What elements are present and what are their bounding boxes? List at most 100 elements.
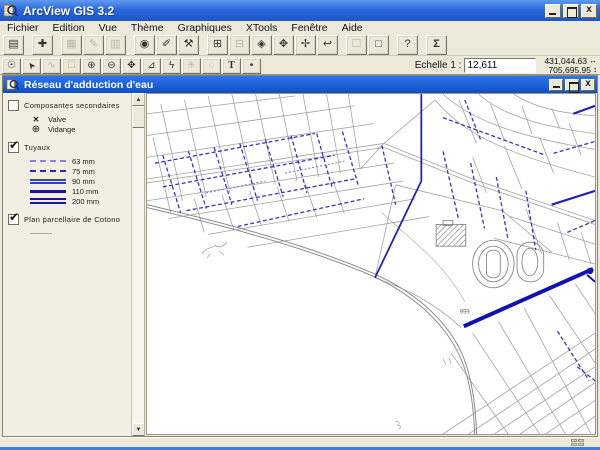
menu-theme[interactable]: Thème	[124, 21, 171, 34]
zoom-active-theme-button[interactable]: ⊟	[229, 35, 250, 55]
legend-symbol-row	[30, 228, 144, 238]
legend-checkbox-tuyaux[interactable]	[8, 142, 19, 153]
street-network	[147, 94, 595, 434]
maximize-icon[interactable]	[563, 4, 579, 18]
clear-selection-button[interactable]: □	[368, 35, 389, 55]
pipe-node	[587, 268, 593, 274]
legend-scrollbar[interactable]: ▲ ▼	[131, 93, 144, 436]
identify-tool-button[interactable]: ☉	[2, 58, 21, 74]
save-project-icon: ▤	[8, 39, 18, 50]
scroll-down-icon[interactable]: ▼	[132, 423, 145, 436]
legend-item-tuyaux: Tuyaux	[8, 142, 144, 153]
theme-properties-button[interactable]: ▦	[61, 35, 82, 55]
legend-class-label: Valve	[48, 115, 66, 124]
identify-icon: ☉	[7, 61, 16, 71]
zoom-in-icon: ⊕	[87, 61, 95, 71]
legend-label: Composantes secondaires	[24, 101, 120, 110]
arena-inner	[522, 248, 538, 276]
label-tool-button[interactable]: ✳	[182, 58, 201, 74]
legend-class-label: 110 mm	[72, 187, 99, 196]
scrollbar-thumb[interactable]	[132, 106, 145, 128]
legend-checkbox-composantes[interactable]	[8, 100, 19, 111]
select-box-tool-button[interactable]: ☐	[62, 58, 81, 74]
zoom-selected-button[interactable]: ◈	[251, 35, 272, 55]
menu-aide[interactable]: Aide	[335, 21, 370, 34]
add-theme-button[interactable]: ✚	[32, 35, 53, 55]
zoom-out-extent-button[interactable]: ✢	[295, 35, 316, 55]
vertex-edit-tool-button[interactable]: ∿	[42, 58, 61, 74]
callout-tool-button[interactable]: ◌	[202, 58, 221, 74]
text-tool-button[interactable]: T	[222, 58, 241, 74]
menu-bar: Fichier Edition Vue Thème Graphiques XTo…	[0, 21, 600, 34]
menu-fichier[interactable]: Fichier	[0, 21, 46, 34]
pan-tool-button[interactable]: ✥	[122, 58, 141, 74]
close-icon[interactable]	[581, 4, 597, 18]
zoom-previous-button[interactable]: ↩	[317, 35, 338, 55]
zoom-in-extent-icon: ✥	[279, 39, 288, 50]
add-theme-icon: ✚	[38, 39, 47, 50]
map-canvas[interactable]: 999	[147, 94, 595, 434]
menu-edition[interactable]: Edition	[46, 21, 92, 34]
tools-toolbar: ☉ ➤ ∿ ☐ ⊕ ⊖ ✥ ⊿ ϟ ✳ ◌ T • Echelle 1 : 43…	[0, 57, 600, 75]
resize-grip-icon[interactable]	[571, 439, 586, 447]
view-icon	[5, 78, 20, 91]
statistics-button[interactable]: Σ	[426, 35, 447, 55]
locate-address-icon: ✐	[162, 39, 171, 50]
zoom-full-extent-button[interactable]: ⊞	[207, 35, 228, 55]
view-minimize-icon[interactable]	[549, 79, 563, 91]
menu-graphiques[interactable]: Graphiques	[171, 21, 239, 34]
pointer-tool-button[interactable]: ➤	[22, 58, 41, 74]
locate-address-button[interactable]: ✐	[156, 35, 177, 55]
pipe-network-small	[206, 161, 344, 193]
horizontal-arrow-icon: ↔	[589, 57, 597, 65]
legend-symbol-row: 75 mm	[30, 166, 144, 176]
coastline	[147, 205, 477, 434]
view-maximize-icon[interactable]	[565, 79, 579, 91]
pan-icon: ✥	[127, 61, 135, 71]
hotlink-icon: ϟ	[169, 61, 174, 71]
zoom-out-tool-button[interactable]: ⊖	[102, 58, 121, 74]
statistics-icon: Σ	[433, 39, 440, 50]
open-theme-table-button[interactable]: ▥	[105, 35, 126, 55]
legend-symbol-row: ⊕ Vidange	[30, 124, 144, 134]
legend-symbol-row: ✕ Valve	[30, 114, 144, 124]
callout-icon: ◌	[209, 61, 215, 71]
draw-point-tool-button[interactable]: •	[242, 58, 261, 74]
legend-checkbox-plan[interactable]	[8, 214, 19, 225]
view-title-bar[interactable]: Réseau d'adduction d'eau	[3, 76, 597, 93]
menu-xtools[interactable]: XTools	[239, 21, 285, 34]
main-toolbar: ▤ ✚ ▦ ✎ ▥ ◉ ✐ ⚒ ⊞ ⊟ ◈ ✥ ✢ ↩ ☐ □ ? Σ	[0, 34, 600, 56]
find-button[interactable]: ◉	[134, 35, 155, 55]
legend-item-composantes: Composantes secondaires	[8, 100, 144, 111]
zoom-in-extent-button[interactable]: ✥	[273, 35, 294, 55]
legend-class-label: 90 mm	[72, 177, 95, 186]
zoom-in-tool-button[interactable]: ⊕	[82, 58, 101, 74]
menu-vue[interactable]: Vue	[92, 21, 124, 34]
vertical-arrow-icon: ↕	[593, 66, 597, 74]
scroll-up-icon[interactable]: ▲	[132, 93, 145, 106]
query-builder-icon: ⚒	[184, 39, 194, 50]
pipe-75mm-line-symbol	[30, 170, 66, 172]
view-close-icon[interactable]	[581, 79, 595, 91]
stadium-field	[486, 250, 500, 278]
legend-label: Tuyaux	[24, 143, 50, 152]
select-features-button[interactable]: ☐	[346, 35, 367, 55]
zoom-previous-icon: ↩	[323, 39, 332, 50]
select-features-icon: ☐	[352, 39, 362, 50]
text-icon: T	[228, 61, 235, 71]
edit-legend-button[interactable]: ✎	[83, 35, 104, 55]
pipe-network-solid	[375, 94, 595, 278]
save-project-button[interactable]: ▤	[3, 35, 24, 55]
minimize-icon[interactable]	[545, 4, 561, 18]
select-box-icon: ☐	[67, 61, 76, 71]
zoom-active-theme-icon: ⊟	[235, 39, 244, 50]
menu-fenetre[interactable]: Fenêtre	[284, 21, 334, 34]
help-pointer-button[interactable]: ?	[397, 35, 418, 55]
scale-input[interactable]	[464, 58, 536, 73]
zoom-full-extent-icon: ⊞	[213, 39, 222, 50]
hotlink-tool-button[interactable]: ϟ	[162, 58, 181, 74]
measure-tool-button[interactable]: ⊿	[142, 58, 161, 74]
arcview-window: ArcView GIS 3.2 Fichier Edition Vue Thèm…	[0, 0, 600, 450]
query-builder-button[interactable]: ⚒	[178, 35, 199, 55]
measure-icon: ⊿	[147, 61, 155, 71]
